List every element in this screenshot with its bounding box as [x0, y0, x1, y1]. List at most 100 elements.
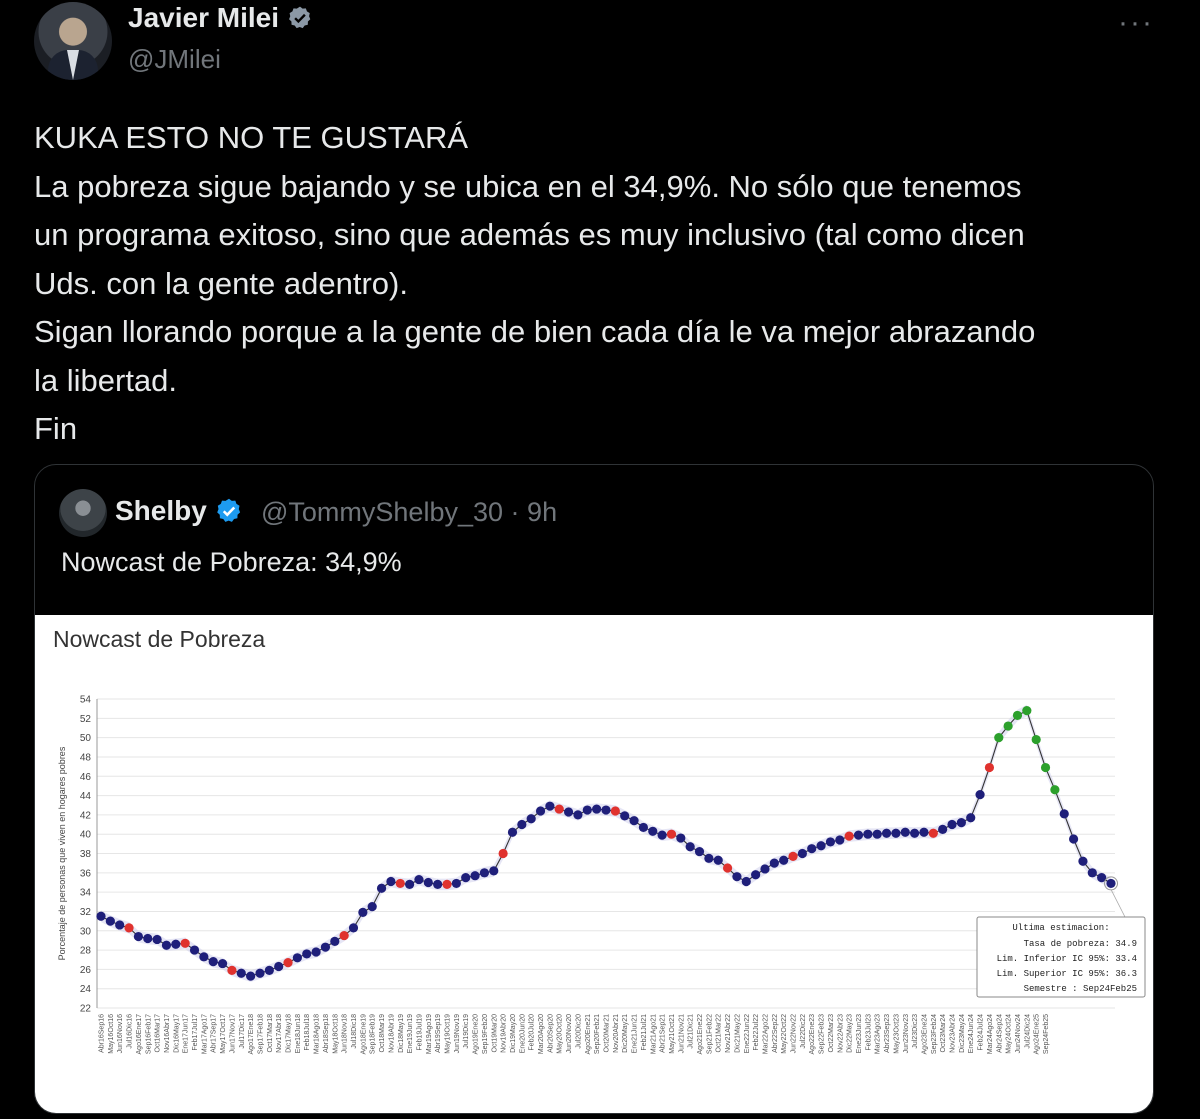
quote-name-row[interactable]: Shelby	[115, 495, 243, 527]
author-handle[interactable]: @JMilei	[128, 44, 221, 75]
x-tick-label: Jun21Nov21	[678, 1014, 685, 1053]
data-point	[825, 837, 836, 847]
quote-meta: @TommyShelby_30 · 9h	[261, 497, 557, 528]
y-tick-label: 32	[80, 907, 92, 918]
x-tick-label: Ago19Ene20	[473, 1014, 480, 1055]
data-point	[666, 829, 677, 839]
quoted-tweet[interactable]: Shelby @TommyShelby_30 · 9h Nowcast de P…	[34, 464, 1154, 1114]
data-point	[582, 805, 592, 815]
quote-author-name[interactable]: Shelby	[115, 495, 207, 527]
data-point	[386, 876, 396, 887]
x-tick-label: Ago18Ene19	[360, 1014, 367, 1055]
x-tick-label: Nov20Abr21	[613, 1014, 620, 1053]
x-tick-label: Feb19Jul19	[416, 1014, 423, 1051]
data-point	[751, 870, 761, 880]
x-tick-label: Ene23Jun23	[856, 1014, 863, 1053]
x-tick-label: Jun19Nov19	[454, 1014, 461, 1053]
x-tick-label: Jul22Dic22	[800, 1014, 807, 1049]
data-point	[872, 829, 882, 839]
data-point	[348, 923, 359, 933]
x-tick-label: May24Oct24	[1006, 1014, 1013, 1054]
data-point	[320, 942, 331, 952]
x-tick-label: Sep16Feb17	[145, 1014, 152, 1054]
tweet-text: KUKA ESTO NO TE GUSTARÁ La pobreza sigue…	[34, 114, 1164, 454]
x-tick-label: Ago16Ene17	[136, 1014, 143, 1055]
data-point	[844, 831, 854, 841]
data-point	[769, 858, 779, 868]
x-tick-label: Ago21Ene22	[697, 1014, 704, 1055]
x-tick-label: Dic22May23	[847, 1014, 854, 1053]
x-tick-label: Sep18Feb19	[370, 1014, 377, 1054]
data-point	[816, 841, 826, 851]
data-point	[741, 876, 751, 887]
tooltip-row: Semestre : Sep24Feb25	[1024, 984, 1137, 994]
data-point	[853, 830, 864, 840]
tooltip-title: Ultima estimacion:	[1012, 923, 1109, 933]
x-tick-label: Ago24Ene25	[1034, 1014, 1041, 1055]
x-tick-label: Ene17Jun17	[183, 1014, 190, 1053]
y-tick-label: 42	[80, 810, 92, 821]
data-point	[376, 883, 387, 893]
x-tick-label: Ene20Jun20	[519, 1014, 526, 1053]
y-tick-label: 44	[80, 791, 92, 802]
data-point	[713, 855, 723, 865]
quote-handle[interactable]: @TommyShelby_30	[261, 497, 503, 527]
data-point	[1068, 834, 1079, 844]
data-point	[264, 965, 274, 975]
data-point	[563, 807, 574, 817]
tooltip-row: Lim. Inferior IC 95%: 33.4	[997, 954, 1137, 964]
data-point	[966, 813, 976, 823]
poverty-chart-image[interactable]: Nowcast de Pobreza Porcentaje de personas…	[35, 615, 1153, 1113]
x-tick-label: Mar19Ago19	[426, 1014, 433, 1054]
data-point	[984, 762, 995, 773]
data-point	[489, 866, 499, 876]
data-point	[330, 936, 340, 946]
verified-badge-icon	[287, 5, 313, 31]
data-point	[461, 873, 471, 883]
quote-time[interactable]: 9h	[527, 497, 557, 527]
x-tick-label: Ene22Jun22	[744, 1014, 751, 1053]
author-name-row[interactable]: Javier Milei	[128, 2, 313, 34]
x-tick-label: Nov16Abr17	[164, 1014, 171, 1053]
x-tick-label: Mar20Ago20	[538, 1014, 545, 1054]
y-tick-label: 28	[80, 946, 92, 957]
x-tick-label: Dic19May20	[510, 1014, 517, 1053]
quote-avatar[interactable]	[59, 489, 107, 537]
data-point	[339, 930, 349, 941]
data-point	[928, 828, 938, 838]
chart-svg: Nowcast de Pobreza Porcentaje de personas…	[53, 626, 1146, 1055]
data-point	[1040, 762, 1051, 773]
author-avatar[interactable]	[34, 2, 112, 80]
more-dots-icon[interactable]: ···	[1118, 6, 1154, 40]
x-tick-label: Mar24Ago24	[987, 1014, 994, 1054]
x-tick-label: Oct21Mar22	[716, 1014, 723, 1053]
x-tick-label: Jul16Dic16	[127, 1014, 134, 1049]
y-tick-label: 34	[80, 888, 92, 899]
author-name[interactable]: Javier Milei	[128, 2, 279, 34]
data-point	[891, 828, 901, 838]
data-point	[545, 801, 555, 811]
data-point	[199, 952, 209, 962]
x-tick-label: Abr21Sep21	[660, 1014, 667, 1053]
x-tick-label: Jun18Nov18	[342, 1014, 349, 1053]
x-tick-label: Oct17Mar18	[267, 1014, 274, 1053]
x-tick-label: Abr23Sep23	[884, 1014, 891, 1053]
data-point	[1087, 868, 1097, 878]
chart-title: Nowcast de Pobreza	[53, 626, 265, 652]
y-tick-label: 26	[80, 965, 92, 976]
data-point	[788, 851, 798, 861]
x-tick-label: Jul17Dic17	[239, 1014, 246, 1049]
data-point	[498, 848, 508, 859]
data-point	[601, 805, 611, 815]
x-tick-label: Feb23Jul23	[865, 1014, 872, 1051]
data-point	[732, 872, 742, 882]
data-point	[433, 879, 443, 889]
x-tick-label: Ago20Ene21	[585, 1014, 592, 1055]
y-tick-label: 48	[80, 752, 92, 763]
data-point	[994, 733, 1004, 743]
x-tick-label: Feb17Jul17	[192, 1014, 199, 1051]
data-point	[779, 855, 789, 865]
x-tick-label: Oct19Mar20	[491, 1014, 498, 1053]
data-point	[423, 877, 433, 888]
data-point	[255, 968, 265, 978]
